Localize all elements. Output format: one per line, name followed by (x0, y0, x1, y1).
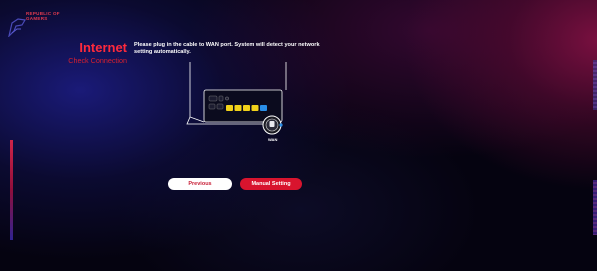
page-title: Internet (79, 40, 127, 55)
lan-port-icon (234, 105, 242, 111)
instructions-text: Please plug in the cable to WAN port. Sy… (134, 42, 320, 55)
router-illustration (186, 62, 287, 135)
rog-logo: REPUBLIC OF GAMERS (6, 8, 126, 37)
lan-port-icon (243, 105, 250, 111)
right-edge-stripe-top (593, 60, 597, 110)
logo-text: REPUBLIC OF GAMERS (26, 11, 60, 21)
logo-line-2: GAMERS (26, 16, 48, 21)
previous-button[interactable]: Previous (168, 178, 232, 190)
rog-eye-icon (8, 18, 26, 37)
right-edge-stripe-bottom (593, 180, 597, 235)
lan-port-icon (226, 105, 233, 111)
page-subtitle: Check Connection (68, 56, 127, 65)
wan-port-icon (260, 105, 267, 111)
lan-ports (226, 105, 267, 111)
lan-port-icon (251, 105, 259, 111)
manual-setting-button[interactable]: Manual Setting (240, 178, 302, 190)
wan-port-label: WAN (268, 137, 278, 142)
left-edge-glow (10, 140, 13, 240)
